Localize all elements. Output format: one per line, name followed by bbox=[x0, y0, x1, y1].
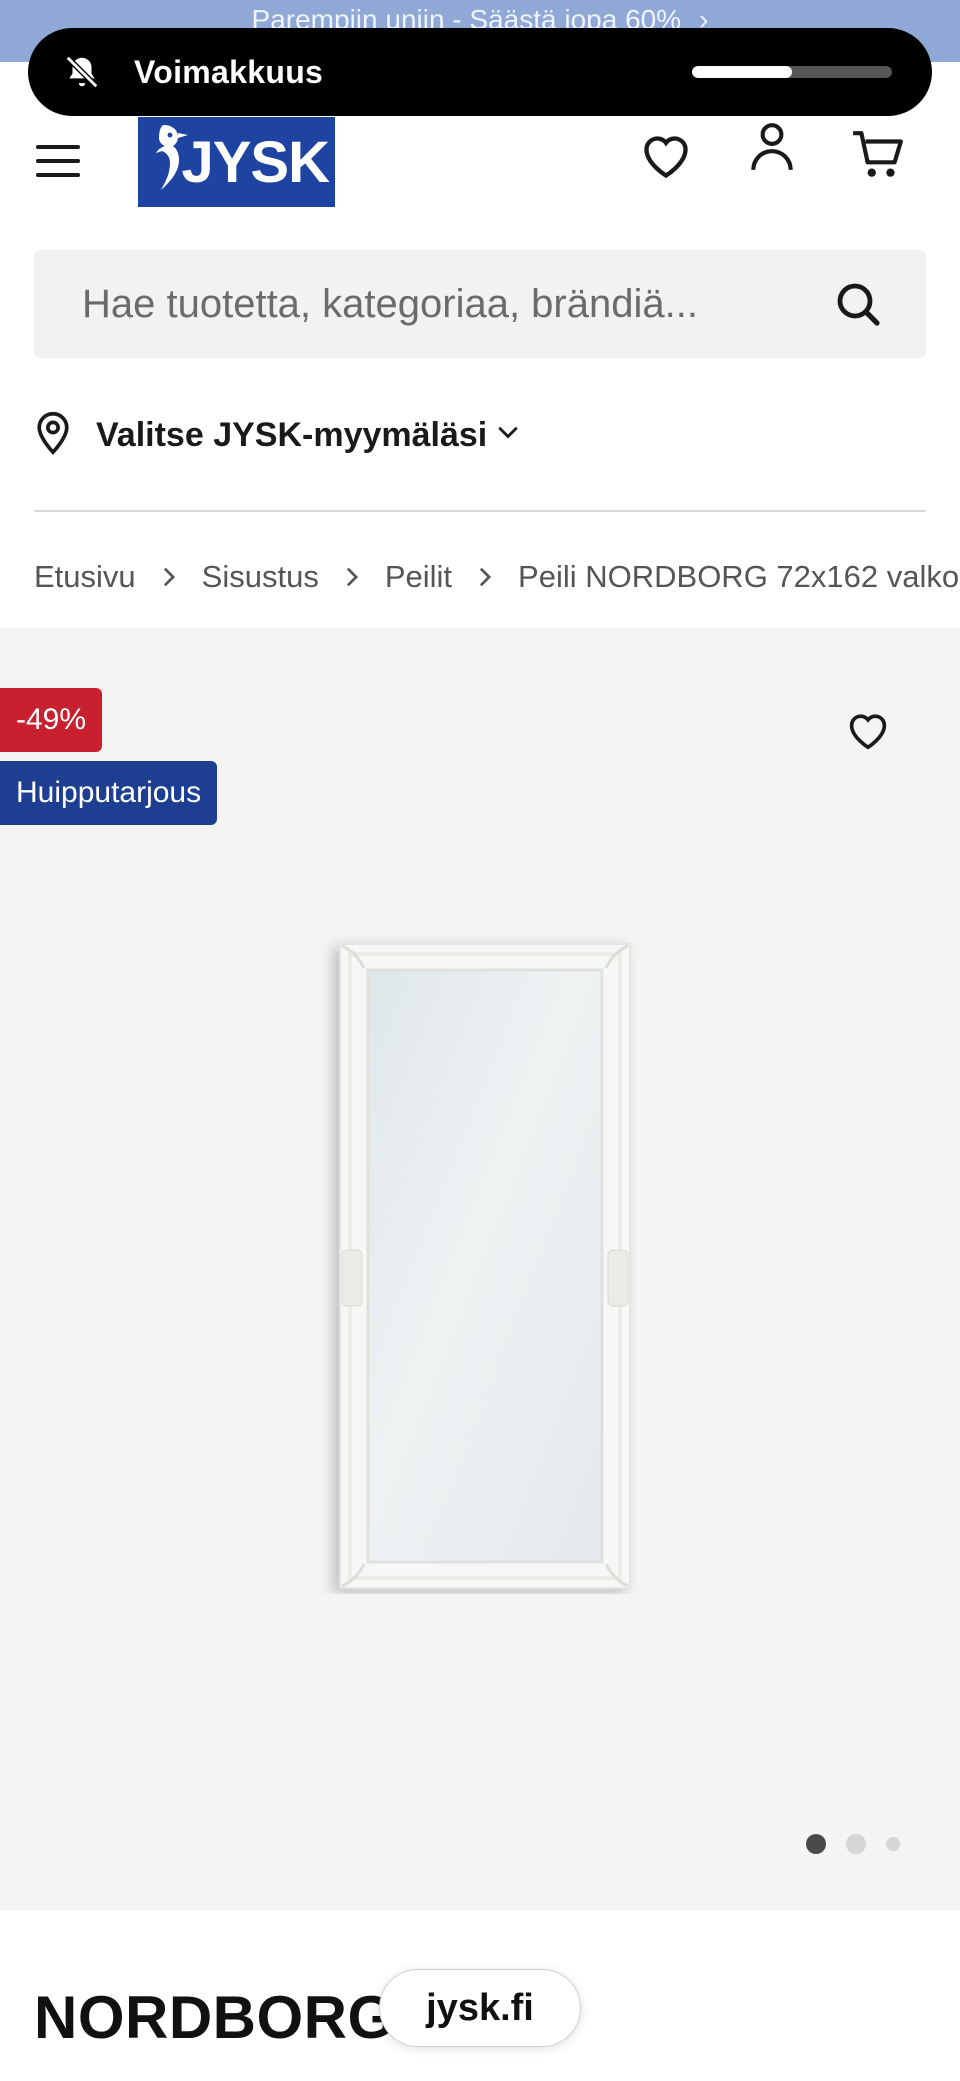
carousel-dot[interactable] bbox=[886, 1837, 900, 1851]
breadcrumb-item-current: Peili NORDBORG 72x162 valkoin bbox=[518, 559, 960, 594]
browser-url-pill[interactable]: jysk.fi bbox=[379, 1969, 581, 2047]
volume-fill bbox=[692, 66, 792, 78]
carousel-dot[interactable] bbox=[806, 1834, 826, 1854]
discount-badge: -49% bbox=[0, 688, 103, 752]
breadcrumb-item-sisustus[interactable]: Sisustus bbox=[202, 559, 319, 595]
breadcrumb: Etusivu Sisustus Peilit Peili NORDBORG 7… bbox=[34, 553, 960, 601]
breadcrumb-item-etusivu[interactable]: Etusivu bbox=[34, 559, 136, 595]
search-bar bbox=[34, 250, 926, 358]
carousel-dot[interactable] bbox=[846, 1834, 866, 1854]
product-title: NORDBORG bbox=[34, 1984, 395, 2051]
volume-hud: Voimakkuus bbox=[28, 28, 932, 116]
volume-label: Voimakkuus bbox=[134, 53, 324, 90]
breadcrumb-item-peilit[interactable]: Peilit bbox=[385, 559, 452, 595]
chevron-down-icon bbox=[497, 426, 519, 445]
chevron-right-icon bbox=[162, 567, 176, 587]
search-input[interactable] bbox=[82, 281, 830, 327]
product-image-mirror[interactable] bbox=[230, 934, 730, 1594]
carousel-dots bbox=[806, 1834, 900, 1854]
divider bbox=[34, 510, 926, 512]
bell-slash-icon bbox=[60, 50, 104, 94]
logo-bird-icon bbox=[156, 125, 188, 190]
volume-track bbox=[692, 66, 892, 78]
cart-icon[interactable] bbox=[848, 125, 908, 185]
jysk-logo[interactable]: JYSK bbox=[138, 117, 335, 207]
logo-text: JYSK bbox=[181, 129, 330, 195]
chevron-right-icon bbox=[478, 567, 492, 587]
chevron-right-icon bbox=[345, 567, 359, 587]
location-pin-icon bbox=[34, 411, 72, 460]
site-header: JYSK bbox=[0, 105, 960, 220]
heart-icon[interactable] bbox=[636, 125, 696, 185]
product-gallery[interactable]: -49% Huipputarjous bbox=[0, 628, 960, 1910]
offer-badge: Huipputarjous bbox=[0, 761, 218, 825]
wishlist-heart-icon[interactable] bbox=[838, 700, 898, 760]
account-icon[interactable] bbox=[742, 117, 802, 177]
menu-icon[interactable] bbox=[36, 135, 88, 187]
store-selector[interactable]: Valitse JYSK-myymäläsi bbox=[34, 405, 519, 465]
search-icon[interactable] bbox=[830, 276, 886, 332]
store-label: Valitse JYSK-myymäläsi bbox=[96, 415, 488, 454]
